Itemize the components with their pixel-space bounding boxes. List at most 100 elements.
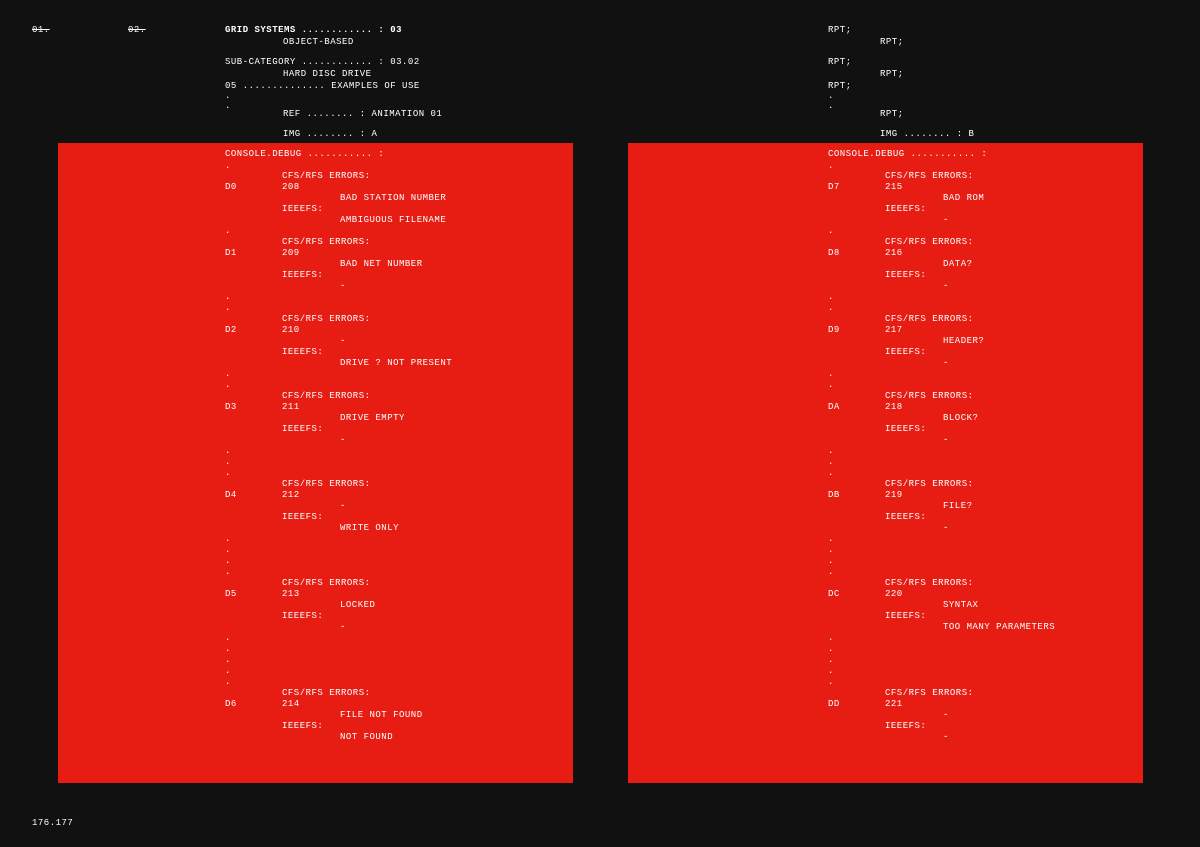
rpt: RPT; [828, 56, 852, 68]
ieeefs-label: IEEEFS: [885, 610, 926, 622]
cfs-msg: LOCKED [340, 599, 375, 611]
error-code: D5 [225, 588, 237, 600]
dot: . [828, 379, 834, 391]
dot: . [828, 676, 834, 688]
dot: . [225, 160, 231, 172]
ieeefs-label: IEEEFS: [885, 269, 926, 281]
error-num: 214 [282, 698, 300, 710]
ieeefs-label: IEEEFS: [282, 511, 323, 523]
rpt: RPT; [880, 108, 904, 120]
dot: . [225, 225, 231, 237]
error-num: 212 [282, 489, 300, 501]
ieee-msg: - [340, 621, 346, 633]
console-debug-left: CONSOLE.DEBUG ........... : [225, 148, 384, 160]
cfs-msg: - [340, 500, 346, 512]
ieeefs-label: IEEEFS: [885, 346, 926, 358]
cfs-msg: DRIVE EMPTY [340, 412, 405, 424]
ieee-msg: AMBIGUOUS FILENAME [340, 214, 446, 226]
error-code: DA [828, 401, 840, 413]
error-num: 221 [885, 698, 903, 710]
error-code: DD [828, 698, 840, 710]
cfs-msg: BAD ROM [943, 192, 984, 204]
error-code: D1 [225, 247, 237, 259]
error-num: 215 [885, 181, 903, 193]
dot: . [225, 100, 231, 112]
cfs-msg: - [943, 709, 949, 721]
error-code: D6 [225, 698, 237, 710]
grid-systems-label: GRID SYSTEMS ............ : 03 [225, 24, 402, 36]
error-code: DB [828, 489, 840, 501]
cfs-msg: BAD STATION NUMBER [340, 192, 446, 204]
ieeefs-label: IEEEFS: [885, 720, 926, 732]
ieeefs-label: IEEEFS: [282, 346, 323, 358]
error-num: 211 [282, 401, 300, 413]
cfs-msg: FILE? [943, 500, 973, 512]
error-num: 210 [282, 324, 300, 336]
ieeefs-label: IEEEFS: [885, 203, 926, 215]
console-debug-right: CONSOLE.DEBUG ........... : [828, 148, 987, 160]
error-num: 220 [885, 588, 903, 600]
nav-02: 02. [128, 24, 146, 36]
error-num: 208 [282, 181, 300, 193]
ieeefs-label: IEEEFS: [282, 423, 323, 435]
error-code: D3 [225, 401, 237, 413]
dot: . [828, 467, 834, 479]
ieee-msg: - [340, 280, 346, 292]
ref-line: REF ........ : ANIMATION 01 [283, 108, 442, 120]
error-num: 213 [282, 588, 300, 600]
error-num: 216 [885, 247, 903, 259]
error-code: D0 [225, 181, 237, 193]
error-num: 219 [885, 489, 903, 501]
ieee-msg: - [943, 434, 949, 446]
cfs-msg: - [340, 335, 346, 347]
img-a-line: IMG ........ : A [283, 128, 377, 140]
ieee-msg: - [340, 434, 346, 446]
error-code: D9 [828, 324, 840, 336]
dot: . [828, 100, 834, 112]
rpt: RPT; [880, 68, 904, 80]
object-based: OBJECT-BASED [283, 36, 354, 48]
ieeefs-label: IEEEFS: [885, 511, 926, 523]
ieee-msg: TOO MANY PARAMETERS [943, 621, 1055, 633]
ieeefs-label: IEEEFS: [282, 203, 323, 215]
cfs-msg: FILE NOT FOUND [340, 709, 423, 721]
dot: . [828, 566, 834, 578]
error-code: D7 [828, 181, 840, 193]
dot: . [225, 467, 231, 479]
ieeefs-label: IEEEFS: [282, 269, 323, 281]
error-num: 217 [885, 324, 903, 336]
ieeefs-label: IEEEFS: [282, 720, 323, 732]
cfs-msg: HEADER? [943, 335, 984, 347]
ieeefs-label: IEEEFS: [885, 423, 926, 435]
rpt: RPT; [828, 24, 852, 36]
dot: . [225, 676, 231, 688]
cfs-msg: DATA? [943, 258, 973, 270]
ieee-msg: - [943, 214, 949, 226]
error-code: DC [828, 588, 840, 600]
dot: . [225, 379, 231, 391]
dot: . [828, 302, 834, 314]
dot: . [828, 160, 834, 172]
sub-category: SUB-CATEGORY ............ : 03.02 [225, 56, 420, 68]
ieee-msg: WRITE ONLY [340, 522, 399, 534]
dot: . [225, 566, 231, 578]
ieeefs-label: IEEEFS: [282, 610, 323, 622]
ieee-msg: - [943, 731, 949, 743]
img-b-line: IMG ........ : B [880, 128, 974, 140]
ieee-msg: - [943, 357, 949, 369]
error-code: D4 [225, 489, 237, 501]
error-num: 209 [282, 247, 300, 259]
nav-01: 01. [32, 24, 50, 36]
dot: . [828, 225, 834, 237]
hard-disc-drive: HARD DISC DRIVE [283, 68, 372, 80]
examples-of-use: 05 .............. EXAMPLES OF USE [225, 80, 420, 92]
rpt: RPT; [880, 36, 904, 48]
ieee-msg: NOT FOUND [340, 731, 393, 743]
cfs-msg: BAD NET NUMBER [340, 258, 423, 270]
page-number: 176.177 [32, 817, 73, 829]
error-code: D2 [225, 324, 237, 336]
cfs-msg: BLOCK? [943, 412, 978, 424]
dot: . [225, 302, 231, 314]
ieee-msg: - [943, 280, 949, 292]
error-num: 218 [885, 401, 903, 413]
